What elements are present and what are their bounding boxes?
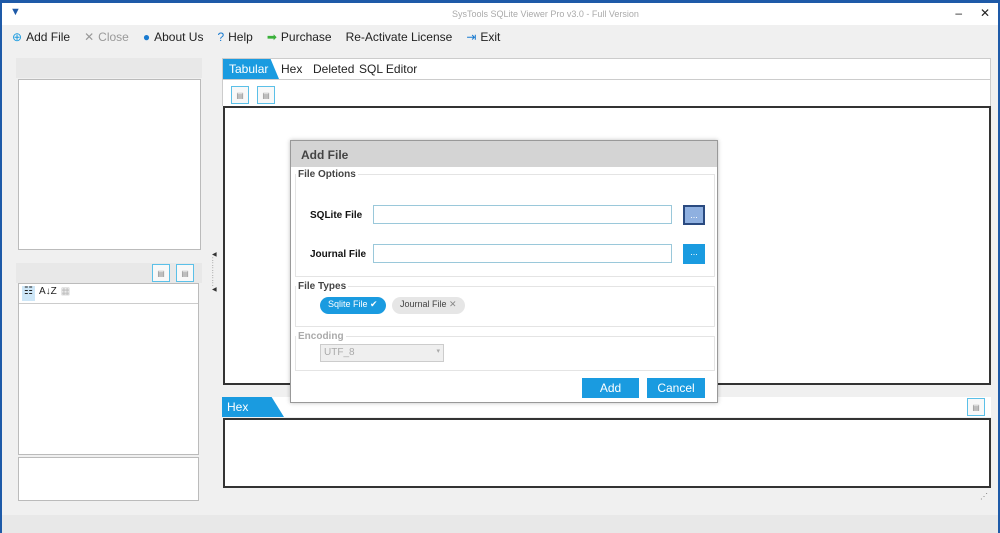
property-pages-icon[interactable]: ▦ (61, 286, 70, 301)
print-icon[interactable]: ▤ (176, 264, 194, 282)
minimize-button[interactable]: – (955, 6, 962, 20)
hex-export-icon[interactable]: ▤ (967, 398, 985, 416)
encoding-value: UTF_8 (324, 347, 355, 358)
help-icon: ? (217, 30, 225, 44)
tab-hex[interactable]: Hex (275, 59, 308, 79)
menu-label: About Us (154, 30, 204, 44)
close-window-button[interactable]: ✕ (980, 6, 990, 20)
menu-about-us[interactable]: ● About Us (143, 30, 204, 44)
export-icon[interactable]: ▤ (152, 264, 170, 282)
sqlite-file-label: SQLite File (310, 210, 363, 221)
menu-exit[interactable]: ⇥ Exit (466, 30, 500, 44)
cancel-button[interactable]: Cancel (647, 378, 705, 398)
file-options-legend: File Options (298, 169, 356, 180)
journal-file-label: Journal File (310, 249, 367, 260)
print-icon[interactable]: ▤ (257, 86, 275, 104)
properties-panel: ☷ A↓Z ▦ (18, 283, 199, 455)
journal-browse-button[interactable]: ... (683, 244, 705, 264)
menu-re-activate-license[interactable]: Re-Activate License (346, 30, 453, 44)
menu-bar: ⊕ Add File ✕ Close ● About Us? Help ➡ Purchase Re… (2, 25, 998, 49)
menu-label: Exit (480, 30, 501, 44)
splitter-handle[interactable]: ◀:::::: ◀ (212, 252, 217, 293)
hex-tab[interactable]: Hex (222, 397, 284, 417)
menu-purchase[interactable]: ➡ Purchase (267, 30, 332, 44)
menu-label: Purchase (280, 30, 332, 44)
sqlite-file-chip[interactable]: Sqlite File ✔ (320, 297, 386, 314)
close-icon: ✕ (84, 30, 95, 44)
sqlite-browse-button[interactable]: ... (683, 205, 705, 225)
sqlite-file-input[interactable] (373, 205, 672, 224)
dialog-title: Add File (291, 141, 717, 167)
categorized-sort-icon[interactable]: ☷ (22, 286, 35, 301)
title-bar: ▼ SysTools SQLite Viewer Pro v3.0 - Full… (2, 3, 998, 25)
tab-tabular[interactable]: Tabular (223, 59, 279, 79)
resize-grip-icon[interactable]: ⋰ (980, 492, 988, 501)
encoding-group: Encoding UTF_8 ▾ (295, 331, 715, 371)
menu-close[interactable]: ✕ Close (84, 30, 129, 44)
add-button[interactable]: Add (582, 378, 639, 398)
file-options-group: File Options SQLite File ... Journal Fil… (295, 169, 715, 277)
encoding-legend: Encoding (298, 331, 344, 342)
menu-label: Help (228, 30, 253, 44)
remove-icon[interactable]: ✕ (449, 299, 457, 309)
properties-toolbar: ▤ ▤ (16, 263, 202, 283)
add-file-icon: ⊕ (12, 30, 23, 44)
table-tree-panel (18, 79, 201, 250)
sqlite-chip-label: Sqlite File (328, 299, 368, 309)
encoding-select[interactable]: UTF_8 ▾ (320, 344, 444, 362)
journal-chip-label: Journal File (400, 299, 447, 309)
journal-file-chip[interactable]: Journal File ✕ (392, 297, 465, 314)
user-icon: ● (142, 30, 151, 44)
tab-bar: Tabular Hex Deleted SQL Editor (222, 58, 991, 80)
journal-file-input[interactable] (373, 244, 672, 263)
description-panel (18, 457, 199, 501)
status-bar (2, 515, 998, 533)
check-icon: ✔ (370, 299, 378, 309)
export-icon[interactable]: ▤ (231, 86, 249, 104)
add-file-dialog: Add File File Options SQLite File ... Jo… (290, 140, 718, 403)
alphabetical-sort-icon[interactable]: A↓Z (39, 286, 57, 301)
chevron-down-icon: ▾ (436, 348, 440, 355)
menu-label: Re-Activate License (345, 30, 453, 44)
file-types-group: File Types Sqlite File ✔ Journal File ✕ (295, 281, 715, 327)
window-title: SysTools SQLite Viewer Pro v3.0 - Full V… (452, 9, 639, 19)
menu-help[interactable]: ? Help (217, 30, 252, 44)
app-logo-icon: ▼ (10, 6, 21, 18)
menu-label: Add File (26, 30, 71, 44)
grid-toolbar: ▤ ▤ (222, 80, 991, 106)
menu-label: Close (98, 30, 129, 44)
tab-sql-editor[interactable]: SQL Editor (353, 59, 423, 79)
left-panel-header (16, 58, 202, 78)
hex-view (223, 418, 991, 488)
menu-add-file[interactable]: ⊕ Add File (12, 30, 70, 44)
arrow-right-icon: ➡ (266, 30, 277, 44)
exit-icon: ⇥ (466, 30, 477, 44)
file-types-legend: File Types (298, 281, 347, 292)
app-window: ▼ SysTools SQLite Viewer Pro v3.0 - Full… (0, 0, 1000, 533)
